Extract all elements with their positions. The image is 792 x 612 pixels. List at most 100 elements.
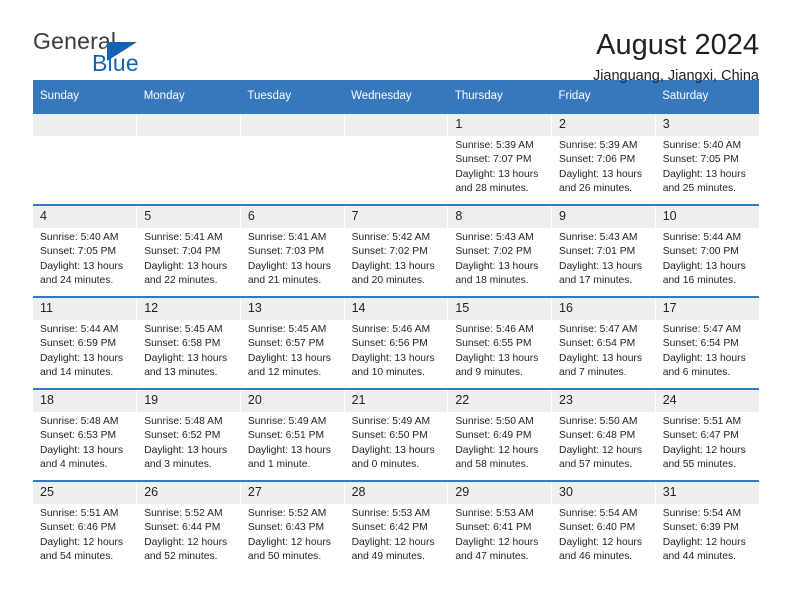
calendar-day-cell[interactable]: 29 Sunrise: 5:53 AM Sunset: 6:41 PM Dayligh… bbox=[447, 480, 553, 572]
day-details: Sunrise: 5:41 AM Sunset: 7:03 PM Daylight:… bbox=[241, 228, 344, 289]
day-number: 26 bbox=[137, 482, 240, 504]
day-number: 22 bbox=[448, 390, 552, 412]
sunset-text: Sunset: 6:47 PM bbox=[662, 430, 739, 442]
calendar-day-cell[interactable]: 15 Sunrise: 5:46 AM Sunset: 6:55 PM Dayligh… bbox=[447, 296, 553, 389]
sunset-text: Sunset: 6:55 PM bbox=[455, 338, 532, 350]
calendar-day-cell[interactable]: 31 Sunrise: 5:54 AM Sunset: 6:39 PM Dayligh… bbox=[655, 480, 759, 572]
calendar-day-cell[interactable]: 10 Sunrise: 5:44 AM Sunset: 7:00 PM Dayligh… bbox=[655, 204, 759, 297]
sunrise-text: Sunrise: 5:42 AM bbox=[351, 232, 431, 243]
sunset-text: Sunset: 6:57 PM bbox=[247, 338, 325, 350]
daylight-text-line2: and 21 minutes. bbox=[247, 275, 322, 287]
day-details: Sunrise: 5:44 AM Sunset: 6:59 PM Daylight:… bbox=[33, 320, 136, 381]
day-number: 31 bbox=[655, 482, 759, 504]
daylight-text-line2: and 49 minutes. bbox=[351, 551, 425, 563]
day-number: 28 bbox=[344, 482, 448, 504]
daylight-text-line2: and 0 minutes. bbox=[351, 459, 420, 471]
day-number: 1 bbox=[448, 114, 552, 136]
daylight-text-line2: and 14 minutes. bbox=[40, 367, 114, 379]
day-details: Sunrise: 5:52 AM Sunset: 6:43 PM Daylight:… bbox=[241, 504, 344, 565]
sunset-text: Sunset: 6:54 PM bbox=[662, 338, 739, 350]
calendar-day-cell[interactable]: 9 Sunrise: 5:43 AM Sunset: 7:01 PM Daylight… bbox=[551, 204, 656, 297]
daylight-text-line2: and 26 minutes. bbox=[559, 183, 633, 195]
daylight-text-line1: Daylight: 12 hours bbox=[144, 536, 228, 548]
day-details: Sunrise: 5:45 AM Sunset: 6:57 PM Daylight:… bbox=[241, 320, 344, 381]
day-details: Sunrise: 5:45 AM Sunset: 6:58 PM Daylight:… bbox=[137, 320, 240, 381]
calendar-day-cell[interactable]: 25 Sunrise: 5:51 AM Sunset: 6:46 PM Dayligh… bbox=[33, 480, 138, 572]
daylight-text-line1: Daylight: 13 hours bbox=[144, 444, 228, 456]
calendar-day-cell[interactable]: 22 Sunrise: 5:50 AM Sunset: 6:49 PM Dayligh… bbox=[447, 388, 553, 481]
calendar-day-cell[interactable]: 1 Sunrise: 5:39 AM Sunset: 7:07 PM Daylight… bbox=[447, 112, 553, 205]
daylight-text-line2: and 6 minutes. bbox=[662, 367, 731, 379]
calendar-day-cell[interactable]: 18 Sunrise: 5:48 AM Sunset: 6:53 PM Dayligh… bbox=[33, 388, 138, 481]
daylight-text-line2: and 52 minutes. bbox=[144, 551, 218, 563]
sunset-text: Sunset: 6:41 PM bbox=[455, 522, 532, 534]
day-number: 15 bbox=[448, 298, 552, 320]
sunrise-text: Sunrise: 5:52 AM bbox=[144, 508, 223, 519]
day-details: Sunrise: 5:51 AM Sunset: 6:46 PM Daylight:… bbox=[33, 504, 136, 565]
calendar-day-cell[interactable]: 12 Sunrise: 5:45 AM Sunset: 6:58 PM Dayligh… bbox=[136, 296, 241, 389]
daylight-text-line1: Daylight: 12 hours bbox=[662, 444, 746, 456]
sunrise-text: Sunrise: 5:39 AM bbox=[559, 140, 638, 151]
sunrise-text: Sunrise: 5:50 AM bbox=[455, 416, 534, 427]
sunrise-text: Sunrise: 5:45 AM bbox=[144, 324, 223, 335]
calendar-day-cell[interactable]: 30 Sunrise: 5:54 AM Sunset: 6:40 PM Dayligh… bbox=[551, 480, 656, 572]
calendar-day-cell[interactable]: 3 Sunrise: 5:40 AM Sunset: 7:05 PM Daylight… bbox=[655, 112, 759, 205]
calendar-day-cell[interactable]: 11 Sunrise: 5:44 AM Sunset: 6:59 PM Dayligh… bbox=[33, 296, 138, 389]
daylight-text-line1: Daylight: 12 hours bbox=[40, 536, 123, 548]
calendar-day-cell[interactable]: 2 Sunrise: 5:39 AM Sunset: 7:06 PM Daylight… bbox=[551, 112, 656, 205]
calendar-day-cell[interactable]: 27 Sunrise: 5:52 AM Sunset: 6:43 PM Dayligh… bbox=[240, 480, 345, 572]
daylight-text-line2: and 54 minutes. bbox=[40, 551, 114, 563]
daylight-text-line1: Daylight: 13 hours bbox=[559, 352, 643, 364]
calendar-cell-empty bbox=[240, 112, 345, 205]
calendar-day-cell[interactable]: 7 Sunrise: 5:42 AM Sunset: 7:02 PM Daylight… bbox=[344, 204, 449, 297]
calendar-day-cell[interactable]: 26 Sunrise: 5:52 AM Sunset: 6:44 PM Dayligh… bbox=[136, 480, 241, 572]
daylight-text-line1: Daylight: 12 hours bbox=[662, 536, 746, 548]
calendar-day-cell[interactable]: 19 Sunrise: 5:48 AM Sunset: 6:52 PM Dayligh… bbox=[136, 388, 241, 481]
calendar-day-cell[interactable]: 4 Sunrise: 5:40 AM Sunset: 7:05 PM Daylight… bbox=[33, 204, 138, 297]
calendar-week-row: 18 Sunrise: 5:48 AM Sunset: 6:53 PM Dayligh… bbox=[33, 388, 759, 481]
day-number: 25 bbox=[33, 482, 137, 504]
calendar-day-cell[interactable]: 21 Sunrise: 5:49 AM Sunset: 6:50 PM Dayligh… bbox=[344, 388, 449, 481]
calendar-day-cell[interactable]: 23 Sunrise: 5:50 AM Sunset: 6:48 PM Dayligh… bbox=[551, 388, 656, 481]
daylight-text-line2: and 18 minutes. bbox=[455, 275, 529, 287]
daylight-text-line2: and 7 minutes. bbox=[559, 367, 627, 379]
sunset-text: Sunset: 6:39 PM bbox=[662, 522, 739, 534]
daylight-text-line1: Daylight: 13 hours bbox=[247, 444, 331, 456]
sunrise-text: Sunrise: 5:45 AM bbox=[247, 324, 327, 335]
sunrise-text: Sunrise: 5:49 AM bbox=[247, 416, 327, 427]
day-details: Sunrise: 5:54 AM Sunset: 6:39 PM Daylight:… bbox=[656, 504, 759, 565]
calendar-day-cell[interactable]: 6 Sunrise: 5:41 AM Sunset: 7:03 PM Daylight… bbox=[240, 204, 345, 297]
logo-general-blue[interactable]: General Blue bbox=[33, 28, 193, 84]
sunset-text: Sunset: 6:48 PM bbox=[559, 430, 636, 442]
daylight-text-line2: and 25 minutes. bbox=[662, 183, 736, 195]
daylight-text-line1: Daylight: 13 hours bbox=[662, 168, 746, 180]
day-number: 19 bbox=[137, 390, 240, 412]
calendar-day-cell[interactable]: 20 Sunrise: 5:49 AM Sunset: 6:51 PM Dayligh… bbox=[240, 388, 345, 481]
calendar-day-cell[interactable]: 13 Sunrise: 5:45 AM Sunset: 6:57 PM Dayligh… bbox=[240, 296, 345, 389]
calendar-week-row: 11 Sunrise: 5:44 AM Sunset: 6:59 PM Dayligh… bbox=[33, 296, 759, 389]
daylight-text-line1: Daylight: 13 hours bbox=[40, 352, 123, 364]
day-details: Sunrise: 5:49 AM Sunset: 6:50 PM Daylight:… bbox=[345, 412, 448, 473]
calendar-day-cell[interactable]: 14 Sunrise: 5:46 AM Sunset: 6:56 PM Dayligh… bbox=[344, 296, 449, 389]
weekday-header-tuesday: Tuesday bbox=[240, 80, 345, 113]
daylight-text-line1: Daylight: 12 hours bbox=[247, 536, 331, 548]
calendar-day-cell[interactable]: 24 Sunrise: 5:51 AM Sunset: 6:47 PM Dayligh… bbox=[655, 388, 759, 481]
calendar-cell-empty bbox=[136, 112, 241, 205]
calendar-day-cell[interactable]: 28 Sunrise: 5:53 AM Sunset: 6:42 PM Dayligh… bbox=[344, 480, 449, 572]
sunrise-text: Sunrise: 5:46 AM bbox=[351, 324, 431, 335]
daylight-text-line1: Daylight: 12 hours bbox=[559, 444, 643, 456]
calendar-page: General Blue August 2024 Jianguang, Jian… bbox=[0, 0, 792, 612]
calendar-day-cell[interactable]: 8 Sunrise: 5:43 AM Sunset: 7:02 PM Daylight… bbox=[447, 204, 553, 297]
calendar-day-cell[interactable]: 5 Sunrise: 5:41 AM Sunset: 7:04 PM Daylight… bbox=[136, 204, 241, 297]
daylight-text-line2: and 24 minutes. bbox=[40, 275, 114, 287]
sunrise-text: Sunrise: 5:53 AM bbox=[351, 508, 431, 519]
calendar-day-cell[interactable]: 17 Sunrise: 5:47 AM Sunset: 6:54 PM Dayligh… bbox=[655, 296, 759, 389]
daylight-text-line2: and 44 minutes. bbox=[662, 551, 736, 563]
day-number: 12 bbox=[137, 298, 240, 320]
daylight-text-line1: Daylight: 13 hours bbox=[455, 260, 539, 272]
calendar-day-cell[interactable]: 16 Sunrise: 5:47 AM Sunset: 6:54 PM Dayligh… bbox=[551, 296, 656, 389]
day-details: Sunrise: 5:41 AM Sunset: 7:04 PM Daylight:… bbox=[137, 228, 240, 289]
day-number: 3 bbox=[655, 114, 759, 136]
sunset-text: Sunset: 6:53 PM bbox=[40, 430, 117, 442]
day-details: Sunrise: 5:47 AM Sunset: 6:54 PM Daylight:… bbox=[552, 320, 655, 381]
